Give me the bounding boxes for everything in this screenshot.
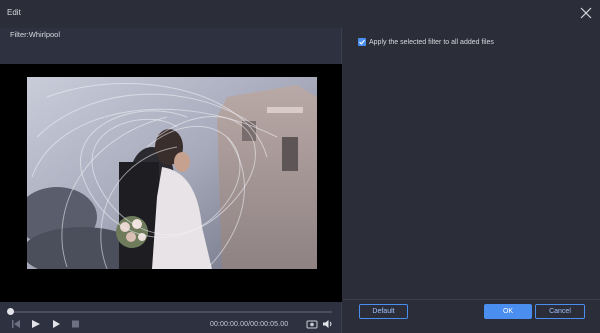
apply-all-checkbox[interactable] — [358, 38, 366, 46]
play-alt-button[interactable] — [51, 319, 63, 329]
playback-controls: 00:00:00.00/00:00:05.00 — [0, 316, 342, 333]
footer-divider — [343, 299, 600, 300]
preview-panel: Filter:Whirlpool 00:00:00.00/00:00:05.00 — [0, 28, 342, 333]
play-button[interactable] — [30, 319, 42, 329]
progress-track[interactable] — [10, 311, 332, 313]
default-button[interactable]: Default — [359, 304, 408, 319]
apply-all-option[interactable]: Apply the selected filter to all added f… — [358, 38, 494, 46]
volume-icon — [323, 320, 332, 328]
options-panel: Apply the selected filter to all added f… — [343, 28, 600, 333]
stop-button[interactable] — [70, 319, 82, 329]
play-icon — [32, 320, 40, 328]
close-button[interactable] — [578, 5, 594, 21]
volume-button[interactable] — [322, 319, 334, 329]
cancel-button[interactable]: Cancel — [535, 304, 585, 319]
snapshot-button[interactable] — [306, 319, 318, 329]
preview-image — [27, 77, 317, 269]
close-icon — [580, 7, 592, 19]
skip-back-icon — [12, 320, 20, 328]
apply-all-label: Apply the selected filter to all added f… — [369, 38, 494, 46]
snapshot-icon — [306, 320, 318, 329]
play-alt-icon — [53, 320, 60, 328]
video-preview — [0, 64, 342, 302]
checkmark-icon — [359, 39, 365, 45]
window-title: Edit — [7, 8, 21, 17]
timecode: 00:00:00.00/00:00:05.00 — [210, 321, 289, 328]
filter-name-label: Filter:Whirlpool — [10, 30, 61, 39]
title-bar: Edit — [0, 0, 600, 28]
ok-button[interactable]: OK — [484, 304, 532, 319]
skip-back-button[interactable] — [10, 319, 22, 329]
progress-handle[interactable] — [7, 308, 14, 315]
stop-icon — [72, 320, 79, 328]
